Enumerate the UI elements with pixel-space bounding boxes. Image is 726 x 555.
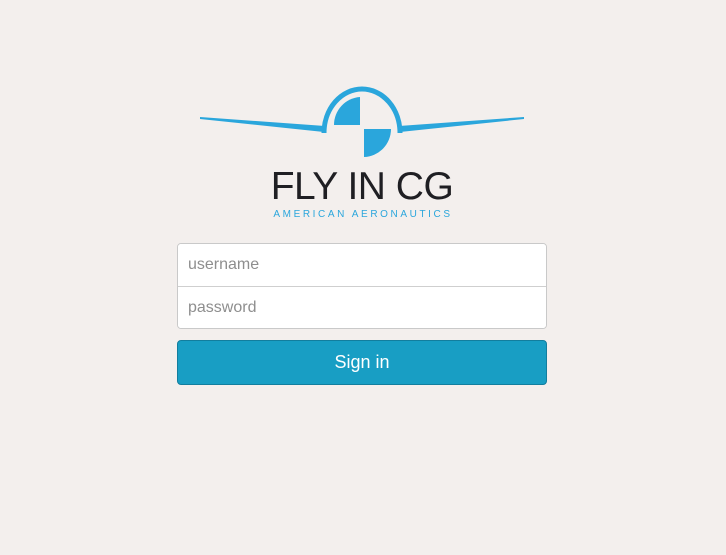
brand-tagline: AMERICAN AERONAUTICS: [273, 209, 453, 220]
password-input[interactable]: [178, 286, 546, 328]
credentials-group: [177, 243, 547, 329]
brand-name: FLY IN CG: [270, 165, 454, 208]
brand-logo: FLY IN CG AMERICAN AERONAUTICS: [195, 78, 529, 226]
username-input[interactable]: [178, 244, 546, 286]
login-form: Sign in: [177, 243, 547, 385]
sign-in-button[interactable]: Sign in: [177, 340, 547, 385]
airplane-propeller-icon: [200, 86, 524, 157]
